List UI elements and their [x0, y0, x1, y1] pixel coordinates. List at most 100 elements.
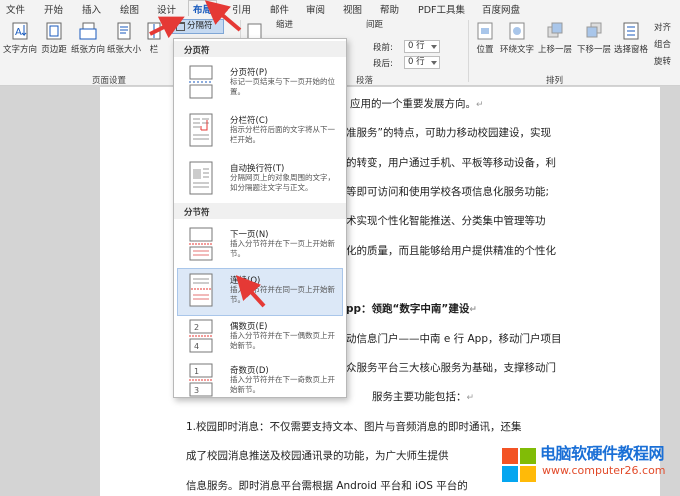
- orientation-icon: [79, 22, 97, 40]
- ribbon-tab-bar: 文件 开始 插入 绘图 设计 布局 引用 邮件 审阅 视图 帮助 PDF工具集 …: [0, 0, 680, 16]
- wrap-text-icon: [509, 22, 525, 40]
- odd-page-section-icon: 13: [189, 363, 213, 397]
- section-breaks-header: 分节符: [174, 203, 346, 219]
- page-setup-group-label: 页面设置: [92, 76, 127, 86]
- wrap-text-label: 环绕文字: [500, 45, 535, 55]
- breaks-dropdown-menu: 分页符 分页符(P) 标记一页结束与下一页开始的位置。 分栏符(C) 指示分栏符…: [173, 38, 347, 398]
- continuous-section-icon: [189, 273, 213, 307]
- tab-help[interactable]: 帮助: [380, 2, 399, 16]
- wrap-text-button[interactable]: 环绕文字: [500, 21, 534, 55]
- tab-review[interactable]: 审阅: [306, 2, 325, 16]
- after-label: 段后:: [373, 59, 393, 69]
- breaks-label: 分隔符: [187, 21, 213, 31]
- margins-button[interactable]: 页边距: [38, 21, 70, 55]
- odd-page-section-item[interactable]: 13 奇数页(D) 插入分节符并在下一奇数页上开始新节。: [178, 359, 342, 405]
- watermark: 电脑软硬件教程网 www.computer26.com: [500, 440, 676, 492]
- svg-text:2: 2: [194, 323, 199, 332]
- next-page-section-icon: [189, 227, 213, 261]
- text-direction-icon: A: [12, 22, 28, 40]
- svg-text:3: 3: [194, 386, 199, 395]
- column-break-desc: 指示分栏符后面的文字将从下一栏开始。: [230, 125, 335, 144]
- page-break-desc: 标记一页结束与下一页开始的位置。: [230, 77, 335, 96]
- tab-references[interactable]: 引用: [232, 2, 251, 16]
- column-break-icon: [189, 113, 213, 147]
- continuous-section-item[interactable]: 连续(O) 插入分节符并在同一页上开始新节。: [177, 268, 343, 316]
- tab-baidu-netdisk[interactable]: 百度网盘: [482, 2, 520, 16]
- tab-draw[interactable]: 绘图: [120, 2, 139, 16]
- text-wrapping-break-desc: 分隔网页上的对象周围的文字，如分隔题注文字与正文。: [230, 173, 335, 192]
- tab-view[interactable]: 视图: [343, 2, 362, 16]
- spacing-after-input[interactable]: 0 行: [404, 56, 440, 69]
- orientation-label: 纸张方向: [70, 45, 105, 55]
- breaks-button[interactable]: 分隔符: [172, 19, 224, 34]
- position-button[interactable]: 位置: [472, 21, 498, 55]
- column-break-item[interactable]: 分栏符(C) 指示分栏符后面的文字将从下一栏开始。: [178, 109, 342, 155]
- tab-mailings[interactable]: 邮件: [270, 2, 289, 16]
- position-icon: [477, 22, 493, 40]
- position-label: 位置: [476, 45, 494, 55]
- svg-text:4: 4: [194, 342, 199, 351]
- watermark-title: 电脑软硬件教程网: [540, 444, 665, 463]
- orientation-button[interactable]: 纸张方向: [70, 21, 106, 55]
- size-label: 纸张大小: [106, 45, 141, 55]
- bring-forward-label: 上移一层: [537, 45, 572, 55]
- tab-layout[interactable]: 布局: [188, 0, 218, 16]
- text-wrapping-break-item[interactable]: 自动换行符(T) 分隔网页上的对象周围的文字，如分隔题注文字与正文。: [178, 157, 342, 203]
- size-button[interactable]: 纸张大小: [106, 21, 142, 55]
- document-line: 的转变，用户通过手机、平板等移动设备，利: [346, 157, 556, 169]
- margins-label: 页边距: [41, 45, 67, 55]
- align-button[interactable]: 对齐: [654, 21, 671, 33]
- even-page-section-desc: 插入分节符并在下一偶数页上开始新节。: [230, 331, 335, 350]
- svg-text:1: 1: [194, 367, 199, 376]
- next-page-section-desc: 插入分节符并在下一页上开始新节。: [230, 239, 335, 258]
- columns-button[interactable]: 栏: [144, 21, 164, 55]
- spacing-label: 间距: [366, 20, 384, 30]
- tab-home[interactable]: 开始: [44, 2, 63, 16]
- selection-pane-label: 选择窗格: [613, 45, 648, 55]
- columns-label: 栏: [149, 45, 159, 55]
- even-page-section-item[interactable]: 24 偶数页(E) 插入分节符并在下一偶数页上开始新节。: [178, 315, 342, 361]
- odd-page-section-desc: 插入分节符并在下一奇数页上开始新节。: [230, 375, 335, 394]
- page-breaks-header: 分页符: [174, 41, 346, 57]
- windows-logo-icon: [502, 448, 536, 482]
- margins-icon: [46, 22, 62, 40]
- continuous-section-desc: 插入分节符并在同一页上开始新节。: [230, 285, 335, 304]
- indent-label: 缩进: [276, 20, 294, 30]
- group-button[interactable]: 组合: [654, 38, 671, 50]
- document-heading: pp：领跑“数字中南”建设↵: [346, 303, 477, 315]
- svg-text:A: A: [15, 27, 22, 38]
- page-break-icon: [189, 65, 213, 99]
- document-line: 服务主要功能包括：↵: [372, 391, 475, 403]
- selection-pane-icon: [623, 22, 639, 40]
- spacing-before-input[interactable]: 0 行: [404, 40, 440, 53]
- group-separator: [468, 20, 469, 82]
- document-line: 信息服务。即时消息平台需根据 Android 平台和 iOS 平台的: [186, 480, 468, 492]
- document-line: 术实现个性化智能推送、分类集中管理等功: [346, 215, 546, 227]
- tab-pdf-tools[interactable]: PDF工具集: [418, 2, 465, 16]
- send-backward-icon: [586, 22, 602, 38]
- tab-insert[interactable]: 插入: [82, 2, 101, 16]
- document-line: 化的质量，而且能够给用户提供精准的个性化: [346, 245, 556, 257]
- tab-design[interactable]: 设计: [157, 2, 176, 16]
- before-label: 段前:: [373, 43, 393, 53]
- watermark-url: www.computer26.com: [542, 464, 666, 477]
- bring-forward-icon: [547, 22, 563, 38]
- document-line: 动信息门户——中南 e 行 App，移动门户项目: [346, 333, 562, 345]
- page-break-item[interactable]: 分页符(P) 标记一页结束与下一页开始的位置。: [178, 61, 342, 107]
- text-direction-button[interactable]: A 文字方向: [2, 21, 38, 55]
- arrange-group-label: 排列: [546, 76, 564, 86]
- send-backward-button[interactable]: 下移一层: [576, 21, 612, 55]
- document-line: 准服务”的特点，可助力移动校园建设，实现: [346, 127, 551, 139]
- tab-file[interactable]: 文件: [6, 2, 25, 16]
- document-line: 1.校园即时消息：不仅需要支持文本、图片与音频消息的即时通讯，还集: [186, 421, 522, 433]
- rotate-button[interactable]: 旋转: [654, 55, 671, 67]
- selection-pane-button[interactable]: 选择窗格: [612, 21, 650, 55]
- document-line: 应用的一个重要发展方向。↵: [350, 98, 484, 110]
- next-page-section-item[interactable]: 下一页(N) 插入分节符并在下一页上开始新节。: [178, 223, 342, 269]
- document-line: 众服务平台三大核心服务为基础，支撑移动门: [346, 362, 556, 374]
- document-line: 等即可访问和使用学校各项信息化服务功能;: [346, 186, 550, 198]
- text-direction-label: 文字方向: [2, 45, 37, 55]
- breaks-icon: [176, 22, 185, 31]
- bring-forward-button[interactable]: 上移一层: [536, 21, 574, 55]
- even-page-section-icon: 24: [189, 319, 213, 353]
